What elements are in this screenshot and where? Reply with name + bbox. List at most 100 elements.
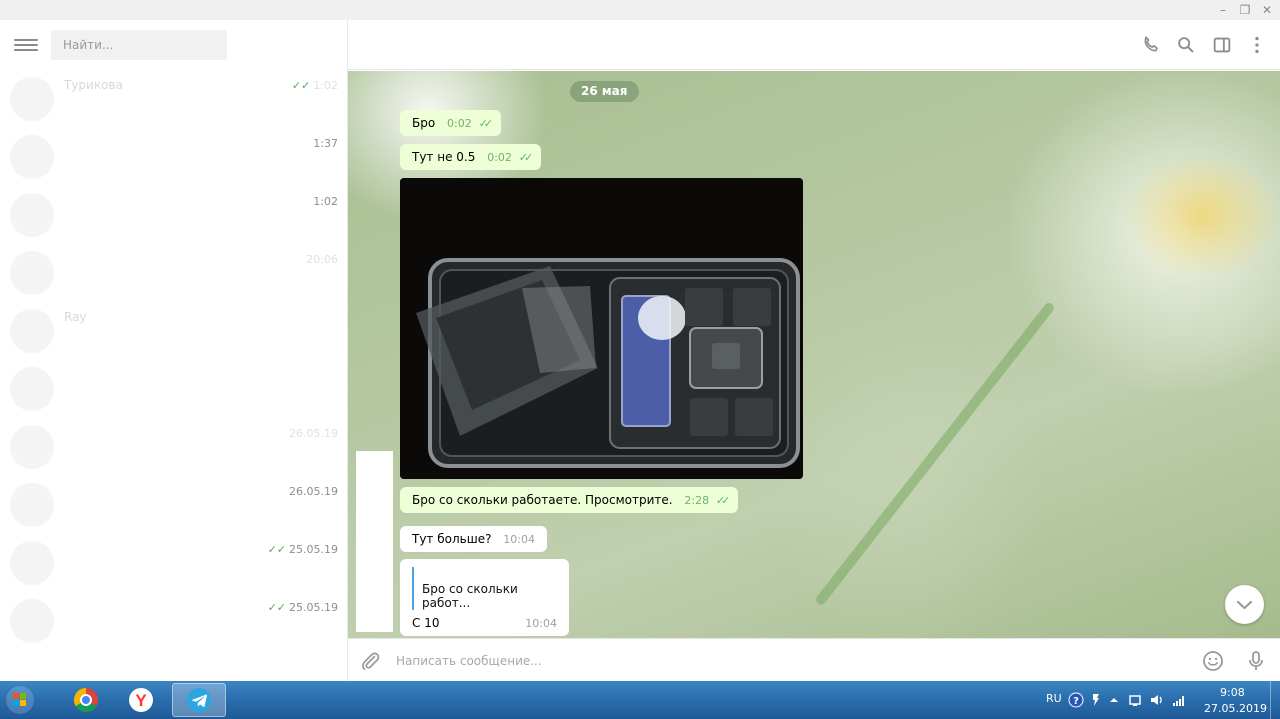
message-area[interactable]: 26 мая Бро 0:02 ✓✓ Тут не 0.5 0:02 ✓✓ Бр… xyxy=(348,71,1280,638)
restore-icon[interactable]: ❐ xyxy=(1234,0,1256,20)
message-bubble-reply[interactable]: Бро со скольки работ... С 10 10:04 xyxy=(400,559,569,636)
message-text: С 10 xyxy=(412,616,440,630)
chat-time-text: 25.05.19 xyxy=(289,601,338,614)
message-text: Тут больше? xyxy=(412,532,492,546)
chat-list-item[interactable]: ✓✓ 25.05.19 xyxy=(0,592,347,650)
message-time: 10:04 xyxy=(503,533,535,546)
photo-scale-image xyxy=(400,178,803,479)
paperclip-icon[interactable] xyxy=(358,649,382,673)
chat-time: 26.05.19 xyxy=(289,427,338,440)
avatar xyxy=(10,77,54,121)
avatar xyxy=(10,251,54,295)
taskbar: Y RU ? 9:08 27.05.2019 xyxy=(0,681,1280,719)
chat-list-item[interactable]: Ray xyxy=(0,302,347,360)
wallpaper-flower-stem xyxy=(814,301,1056,607)
double-check-icon: ✓✓ xyxy=(715,494,731,507)
chat-list-item[interactable]: 20:06 xyxy=(0,244,347,302)
message-time: 0:02 xyxy=(487,151,512,164)
message-photo[interactable] xyxy=(400,178,803,479)
chat-time-text: 1:02 xyxy=(313,195,338,208)
message-time: 0:02 xyxy=(447,117,472,130)
chat-time-text: 20:06 xyxy=(306,253,338,266)
sender-avatar[interactable] xyxy=(356,451,393,632)
chrome-icon xyxy=(73,688,98,713)
chat-list-item[interactable]: 26.05.19 xyxy=(0,476,347,534)
windows-logo-icon xyxy=(6,686,34,714)
chat-list-item[interactable] xyxy=(0,360,347,418)
chat-list-item[interactable]: 1:37 xyxy=(0,128,347,186)
show-desktop-button[interactable] xyxy=(1270,681,1280,719)
chat-name: Ray xyxy=(64,310,87,324)
avatar xyxy=(10,483,54,527)
chat-time: 26.05.19 xyxy=(289,485,338,498)
network-icon[interactable] xyxy=(1127,692,1143,708)
chat-time: ✓✓ 25.05.19 xyxy=(268,601,338,614)
chat-time-text: 26.05.19 xyxy=(289,485,338,498)
chat-list-item[interactable]: 26.05.19 xyxy=(0,418,347,476)
chat-time-text: 26.05.19 xyxy=(289,427,338,440)
reply-sender xyxy=(422,567,557,582)
message-bubble[interactable]: Бро со скольки работаете. Просмотрите. 2… xyxy=(400,487,739,513)
reply-text: Бро со скольки работ... xyxy=(422,582,518,610)
chat-time: ✓✓ 25.05.19 xyxy=(268,543,338,556)
avatar xyxy=(10,135,54,179)
volume-icon[interactable] xyxy=(1149,692,1165,708)
chat-time: ✓✓ 1:02 xyxy=(292,79,338,92)
chat-list-item[interactable]: 1:02 xyxy=(0,186,347,244)
chat-time: 1:37 xyxy=(313,137,338,150)
chat-time-text: 25.05.19 xyxy=(289,543,338,556)
search-input[interactable] xyxy=(51,30,227,60)
chat-list-panel: Турикова✓✓1:021:371:0220:06Ray26.05.1926… xyxy=(0,20,348,681)
message-bubble[interactable]: Тут не 0.5 0:02 ✓✓ xyxy=(400,144,542,170)
avatar xyxy=(10,599,54,643)
message-text: Бро со скольки работаете. Просмотрите. xyxy=(412,493,673,507)
chat-list-item[interactable]: Турикова ✓✓ 1:02 xyxy=(0,70,347,128)
double-check-icon: ✓✓ xyxy=(478,117,494,130)
chat-time: 1:02 xyxy=(313,195,338,208)
language-indicator[interactable]: RU xyxy=(1046,692,1062,705)
microphone-icon[interactable] xyxy=(1244,649,1268,673)
more-vertical-icon[interactable] xyxy=(1246,34,1268,56)
start-button[interactable] xyxy=(0,683,44,717)
avatar xyxy=(10,309,54,353)
chevron-up-icon[interactable] xyxy=(1106,692,1122,708)
emoji-icon[interactable] xyxy=(1201,649,1225,673)
phone-icon[interactable] xyxy=(1140,34,1162,56)
close-icon[interactable]: ✕ xyxy=(1256,0,1278,20)
signal-bars-icon[interactable] xyxy=(1171,692,1187,708)
scroll-down-button[interactable] xyxy=(1225,585,1264,624)
reply-quote[interactable]: Бро со скольки работ... xyxy=(412,567,557,610)
chat-name: Турикова xyxy=(64,78,123,92)
avatar xyxy=(10,367,54,411)
message-text: Бро xyxy=(412,116,436,130)
svg-text:?: ? xyxy=(1073,696,1079,707)
avatar xyxy=(10,425,54,469)
chat-time-text: 1:02 xyxy=(313,79,338,92)
clock-date[interactable]: 27.05.2019 xyxy=(1204,702,1267,715)
search-icon[interactable] xyxy=(1175,34,1197,56)
help-icon[interactable]: ? xyxy=(1068,692,1084,708)
chat-list-item[interactable]: ✓✓ 25.05.19 xyxy=(0,534,347,592)
avatar xyxy=(10,193,54,237)
sidebar-toggle-icon[interactable] xyxy=(1211,34,1233,56)
chat-time-text: 1:37 xyxy=(313,137,338,150)
message-time: 2:28 xyxy=(684,494,710,507)
double-check-icon: ✓✓ xyxy=(267,543,287,556)
minimize-icon[interactable]: – xyxy=(1212,0,1234,20)
hamburger-menu-icon[interactable] xyxy=(14,36,38,56)
message-time: 10:04 xyxy=(525,617,557,630)
conversation-header xyxy=(348,20,1280,70)
yandex-icon: Y xyxy=(129,688,153,712)
message-bubble[interactable]: Тут больше? 10:04 xyxy=(400,526,547,552)
taskbar-chrome[interactable] xyxy=(60,683,112,717)
double-check-icon: ✓✓ xyxy=(291,79,311,92)
message-input[interactable] xyxy=(396,649,1176,673)
svg-text:Y: Y xyxy=(135,691,147,710)
pen-input-icon[interactable] xyxy=(1088,692,1104,708)
chat-time: 20:06 xyxy=(306,253,338,266)
clock-time[interactable]: 9:08 xyxy=(1220,686,1245,699)
taskbar-yandex-browser[interactable]: Y xyxy=(115,683,167,717)
message-bubble[interactable]: Бро 0:02 ✓✓ xyxy=(400,110,501,136)
taskbar-telegram[interactable] xyxy=(172,683,226,717)
conversation-panel: 26 мая Бро 0:02 ✓✓ Тут не 0.5 0:02 ✓✓ Бр… xyxy=(348,20,1280,681)
